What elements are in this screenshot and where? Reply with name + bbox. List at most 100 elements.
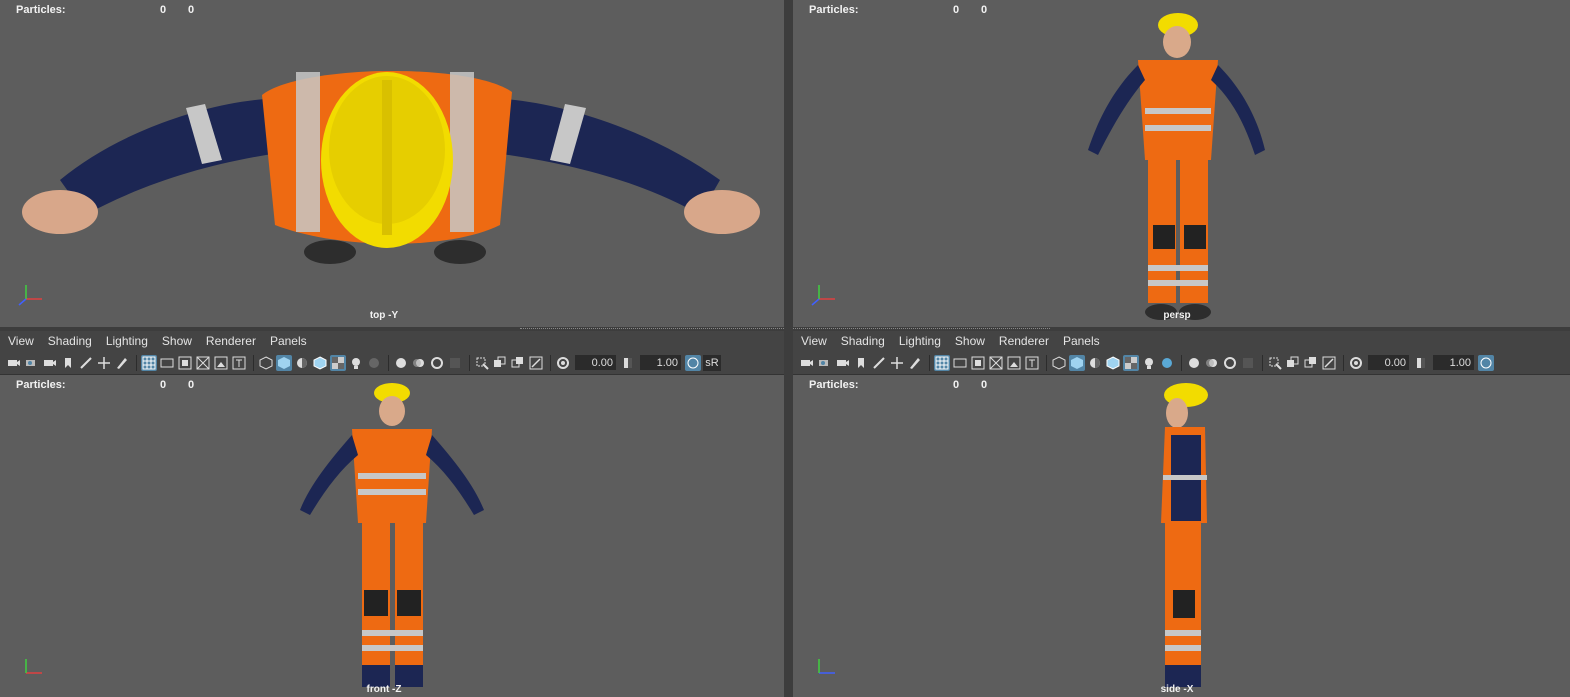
motion-blur-icon[interactable] — [411, 355, 427, 371]
depth-of-field-icon[interactable] — [1240, 355, 1256, 371]
image-plane-icon[interactable] — [871, 355, 887, 371]
gamma-icon[interactable] — [1413, 355, 1429, 371]
gamma-field[interactable]: 1.00 — [1433, 355, 1474, 370]
gate-mask-icon[interactable] — [988, 355, 1004, 371]
grid-icon[interactable] — [934, 354, 950, 371]
image-plane-icon[interactable] — [78, 355, 94, 371]
menu-lighting[interactable]: Lighting — [106, 334, 148, 348]
xray-icon[interactable] — [1285, 355, 1301, 371]
menu-show[interactable]: Show — [955, 334, 985, 348]
menu-renderer[interactable]: Renderer — [999, 334, 1049, 348]
character-model-side-view[interactable] — [793, 375, 1570, 697]
textured-icon[interactable] — [1123, 354, 1139, 371]
viewport-front[interactable]: Particles: 0 0 front -Z — [0, 375, 784, 697]
resolution-gate-icon[interactable] — [970, 355, 986, 371]
select-camera-icon[interactable] — [799, 355, 815, 371]
use-all-lights-icon[interactable] — [348, 355, 364, 371]
camera-lock-icon[interactable] — [835, 355, 851, 371]
vertical-pane-splitter[interactable] — [784, 0, 793, 697]
menu-view[interactable]: View — [8, 334, 34, 348]
exposure-field[interactable]: 0.00 — [575, 355, 616, 370]
panel-side: View Shading Lighting Show Renderer Pane… — [793, 331, 1570, 697]
menu-shading[interactable]: Shading — [48, 334, 92, 348]
default-material-icon[interactable] — [294, 355, 310, 371]
motion-blur-icon[interactable] — [1204, 355, 1220, 371]
exposure-icon[interactable] — [555, 355, 571, 371]
xray-active-components-icon[interactable] — [1303, 355, 1319, 371]
axis-gizmo-icon — [818, 659, 835, 674]
menu-view[interactable]: View — [801, 334, 827, 348]
textured-icon[interactable] — [330, 354, 346, 371]
wireframe-on-shaded-icon[interactable] — [1105, 355, 1121, 371]
character-model-front-view[interactable] — [0, 375, 784, 697]
gamma-field[interactable]: 1.00 — [640, 355, 681, 370]
grid-icon[interactable] — [141, 354, 157, 371]
xray-icon[interactable] — [492, 355, 508, 371]
color-management-icon[interactable] — [1478, 354, 1494, 371]
viewport-persp[interactable]: Particles: 0 0 persp — [793, 0, 1570, 327]
toolbar-separator — [1262, 354, 1263, 371]
grease-pencil-icon[interactable] — [114, 355, 130, 371]
camera-attributes-icon[interactable] — [24, 355, 40, 371]
panel-menu-bar: View Shading Lighting Show Renderer Pane… — [0, 331, 784, 351]
camera-label-front: front -Z — [366, 684, 402, 695]
camera-attributes-icon[interactable] — [817, 355, 833, 371]
screen-space-ao-icon[interactable] — [1186, 355, 1202, 371]
wireframe-icon[interactable] — [1051, 355, 1067, 371]
axis-gizmo-icon — [25, 659, 42, 674]
toolbar-separator — [136, 354, 137, 371]
wireframe-icon[interactable] — [258, 355, 274, 371]
isolate-select-icon[interactable] — [1267, 355, 1283, 371]
viewport-top[interactable]: Particles: 0 0 top -Y — [0, 0, 784, 327]
shadows-icon[interactable] — [366, 355, 382, 371]
anti-aliasing-icon[interactable] — [1222, 355, 1238, 371]
character-model-persp-view[interactable] — [793, 0, 1570, 327]
two-d-pan-zoom-icon[interactable] — [889, 355, 905, 371]
shadows-icon[interactable] — [1159, 355, 1175, 371]
field-chart-icon[interactable] — [213, 355, 229, 371]
viewport-side[interactable]: Particles: 0 0 side -X — [793, 375, 1570, 697]
menu-panels[interactable]: Panels — [1063, 334, 1100, 348]
wireframe-on-shaded-icon[interactable] — [312, 355, 328, 371]
use-all-lights-icon[interactable] — [1141, 355, 1157, 371]
resolution-gate-icon[interactable] — [177, 355, 193, 371]
menu-lighting[interactable]: Lighting — [899, 334, 941, 348]
gamma-icon[interactable] — [620, 355, 636, 371]
xray-active-components-icon[interactable] — [510, 355, 526, 371]
menu-renderer[interactable]: Renderer — [206, 334, 256, 348]
menu-panels[interactable]: Panels — [270, 334, 307, 348]
xray-joints-icon[interactable] — [528, 355, 544, 371]
menu-show[interactable]: Show — [162, 334, 192, 348]
camera-label-persp: persp — [1163, 310, 1191, 321]
safe-action-icon[interactable] — [231, 355, 247, 371]
view-transform-label[interactable]: sR — [703, 354, 721, 371]
toolbar-separator — [929, 354, 930, 371]
film-gate-icon[interactable] — [159, 355, 175, 371]
exposure-icon[interactable] — [1348, 355, 1364, 371]
exposure-field[interactable]: 0.00 — [1368, 355, 1409, 370]
safe-action-icon[interactable] — [1024, 355, 1040, 371]
xray-joints-icon[interactable] — [1321, 355, 1337, 371]
bookmark-icon[interactable] — [853, 355, 869, 371]
bookmark-icon[interactable] — [60, 355, 76, 371]
smooth-shade-icon[interactable] — [276, 354, 292, 371]
color-management-icon[interactable] — [685, 354, 701, 371]
depth-of-field-icon[interactable] — [447, 355, 463, 371]
panel-toolbar: 0.00 1.00 — [793, 351, 1570, 375]
camera-label-top: top -Y — [369, 310, 399, 321]
menu-shading[interactable]: Shading — [841, 334, 885, 348]
screen-space-ao-icon[interactable] — [393, 355, 409, 371]
panel-toolbar: 0.00 1.00 sR — [0, 351, 784, 375]
field-chart-icon[interactable] — [1006, 355, 1022, 371]
character-model-top-view[interactable] — [0, 0, 784, 327]
gate-mask-icon[interactable] — [195, 355, 211, 371]
film-gate-icon[interactable] — [952, 355, 968, 371]
two-d-pan-zoom-icon[interactable] — [96, 355, 112, 371]
select-camera-icon[interactable] — [6, 355, 22, 371]
isolate-select-icon[interactable] — [474, 355, 490, 371]
default-material-icon[interactable] — [1087, 355, 1103, 371]
anti-aliasing-icon[interactable] — [429, 355, 445, 371]
camera-lock-icon[interactable] — [42, 355, 58, 371]
grease-pencil-icon[interactable] — [907, 355, 923, 371]
smooth-shade-icon[interactable] — [1069, 354, 1085, 371]
